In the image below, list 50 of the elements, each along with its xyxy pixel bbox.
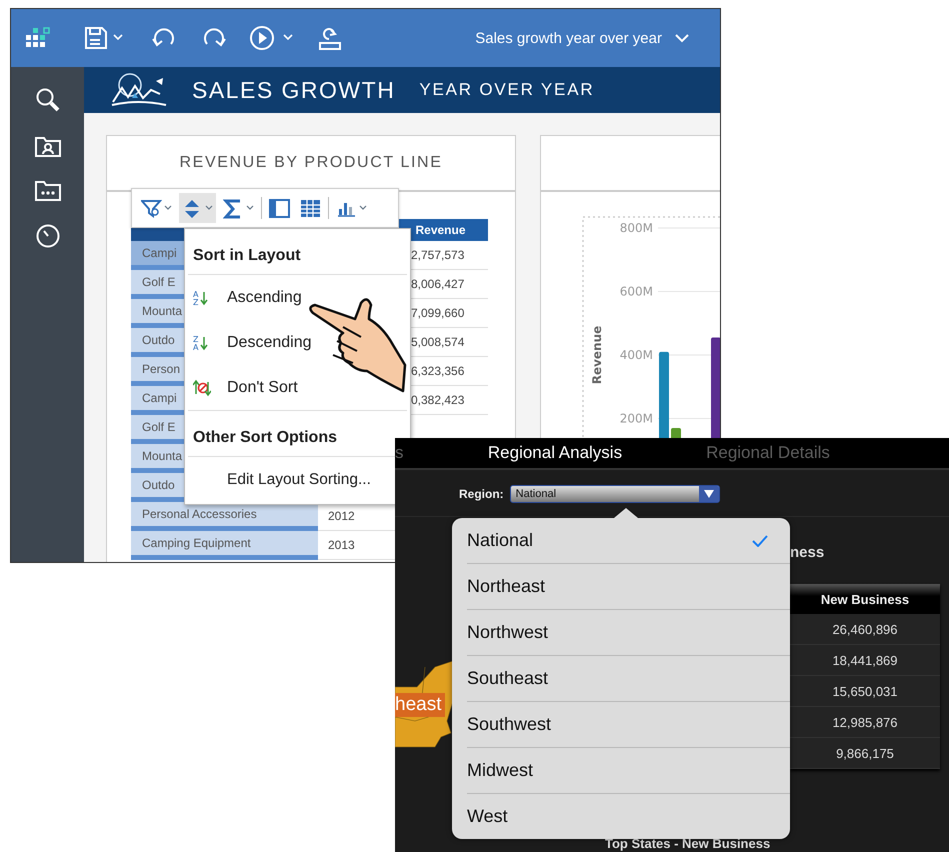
tab[interactable]: Regional Analysis — [405, 438, 705, 468]
region-option[interactable]: Northeast — [467, 563, 790, 609]
caret-icon — [205, 205, 213, 211]
mountain-chart-logo-icon — [110, 72, 168, 108]
section-heading: Top States - New Business — [604, 836, 772, 852]
region-option[interactable]: Midwest — [467, 747, 790, 793]
folder-dots-icon[interactable] — [34, 179, 60, 201]
region-dropdown[interactable]: National — [510, 485, 720, 503]
clock-icon[interactable] — [34, 223, 60, 249]
filter-icon — [141, 198, 162, 218]
y-tick-label: 600M — [620, 284, 653, 298]
menu-heading: Other Sort Options — [193, 429, 337, 447]
menu-item[interactable]: Don't Sort — [185, 365, 300, 410]
menu-item[interactable]: Z A Descending — [185, 320, 314, 365]
region-option[interactable]: National — [467, 518, 790, 563]
column-header: New Business — [790, 584, 940, 614]
menu-item[interactable]: A Z Ascending — [185, 275, 304, 320]
region-option[interactable]: Southeast — [467, 655, 790, 701]
y-tick-label: 400M — [620, 348, 653, 362]
search-icon[interactable] — [34, 87, 60, 113]
y-tick-label: 200M — [620, 412, 653, 426]
section-heading: ness — [790, 544, 826, 563]
report-title-dropdown[interactable]: Sales growth year over year — [475, 30, 720, 46]
sort-arrows-tool[interactable] — [179, 193, 216, 223]
map-region-label: heast — [395, 693, 446, 717]
checkmark-icon — [752, 534, 768, 546]
y-axis-label: Revenue — [590, 326, 604, 384]
region-option[interactable]: Southwest — [467, 701, 790, 747]
panel-layout-icon — [269, 198, 290, 218]
region-option[interactable]: Northwest — [467, 609, 790, 655]
region-option[interactable]: West — [467, 793, 790, 839]
menu-heading: Sort in Layout — [193, 247, 301, 265]
banner-subtitle: YEAR OVER YEAR — [419, 80, 594, 100]
triangle-down-icon — [702, 489, 715, 499]
table-cell[interactable]: Camping Equipment — [131, 531, 318, 560]
refresh-tray-icon[interactable] — [318, 25, 342, 51]
menu-item[interactable]: Edit Layout Sorting... — [185, 457, 373, 502]
table-grid-icon — [300, 198, 321, 218]
caret-icon — [246, 205, 254, 211]
caret-icon — [164, 205, 172, 211]
y-tick-label: 800M — [620, 221, 653, 235]
table-cell: 2013 — [318, 531, 393, 560]
caret-icon — [359, 205, 367, 211]
grid-logo-icon[interactable] — [26, 27, 50, 49]
region-label: Region: — [459, 487, 504, 501]
table-cell[interactable]: Personal Accessories — [131, 502, 318, 531]
no-sort-icon — [193, 378, 211, 396]
chevron-down-icon — [674, 33, 690, 43]
banner-title: SALES GROWTH — [192, 76, 396, 104]
folder-person-icon[interactable] — [34, 135, 60, 157]
